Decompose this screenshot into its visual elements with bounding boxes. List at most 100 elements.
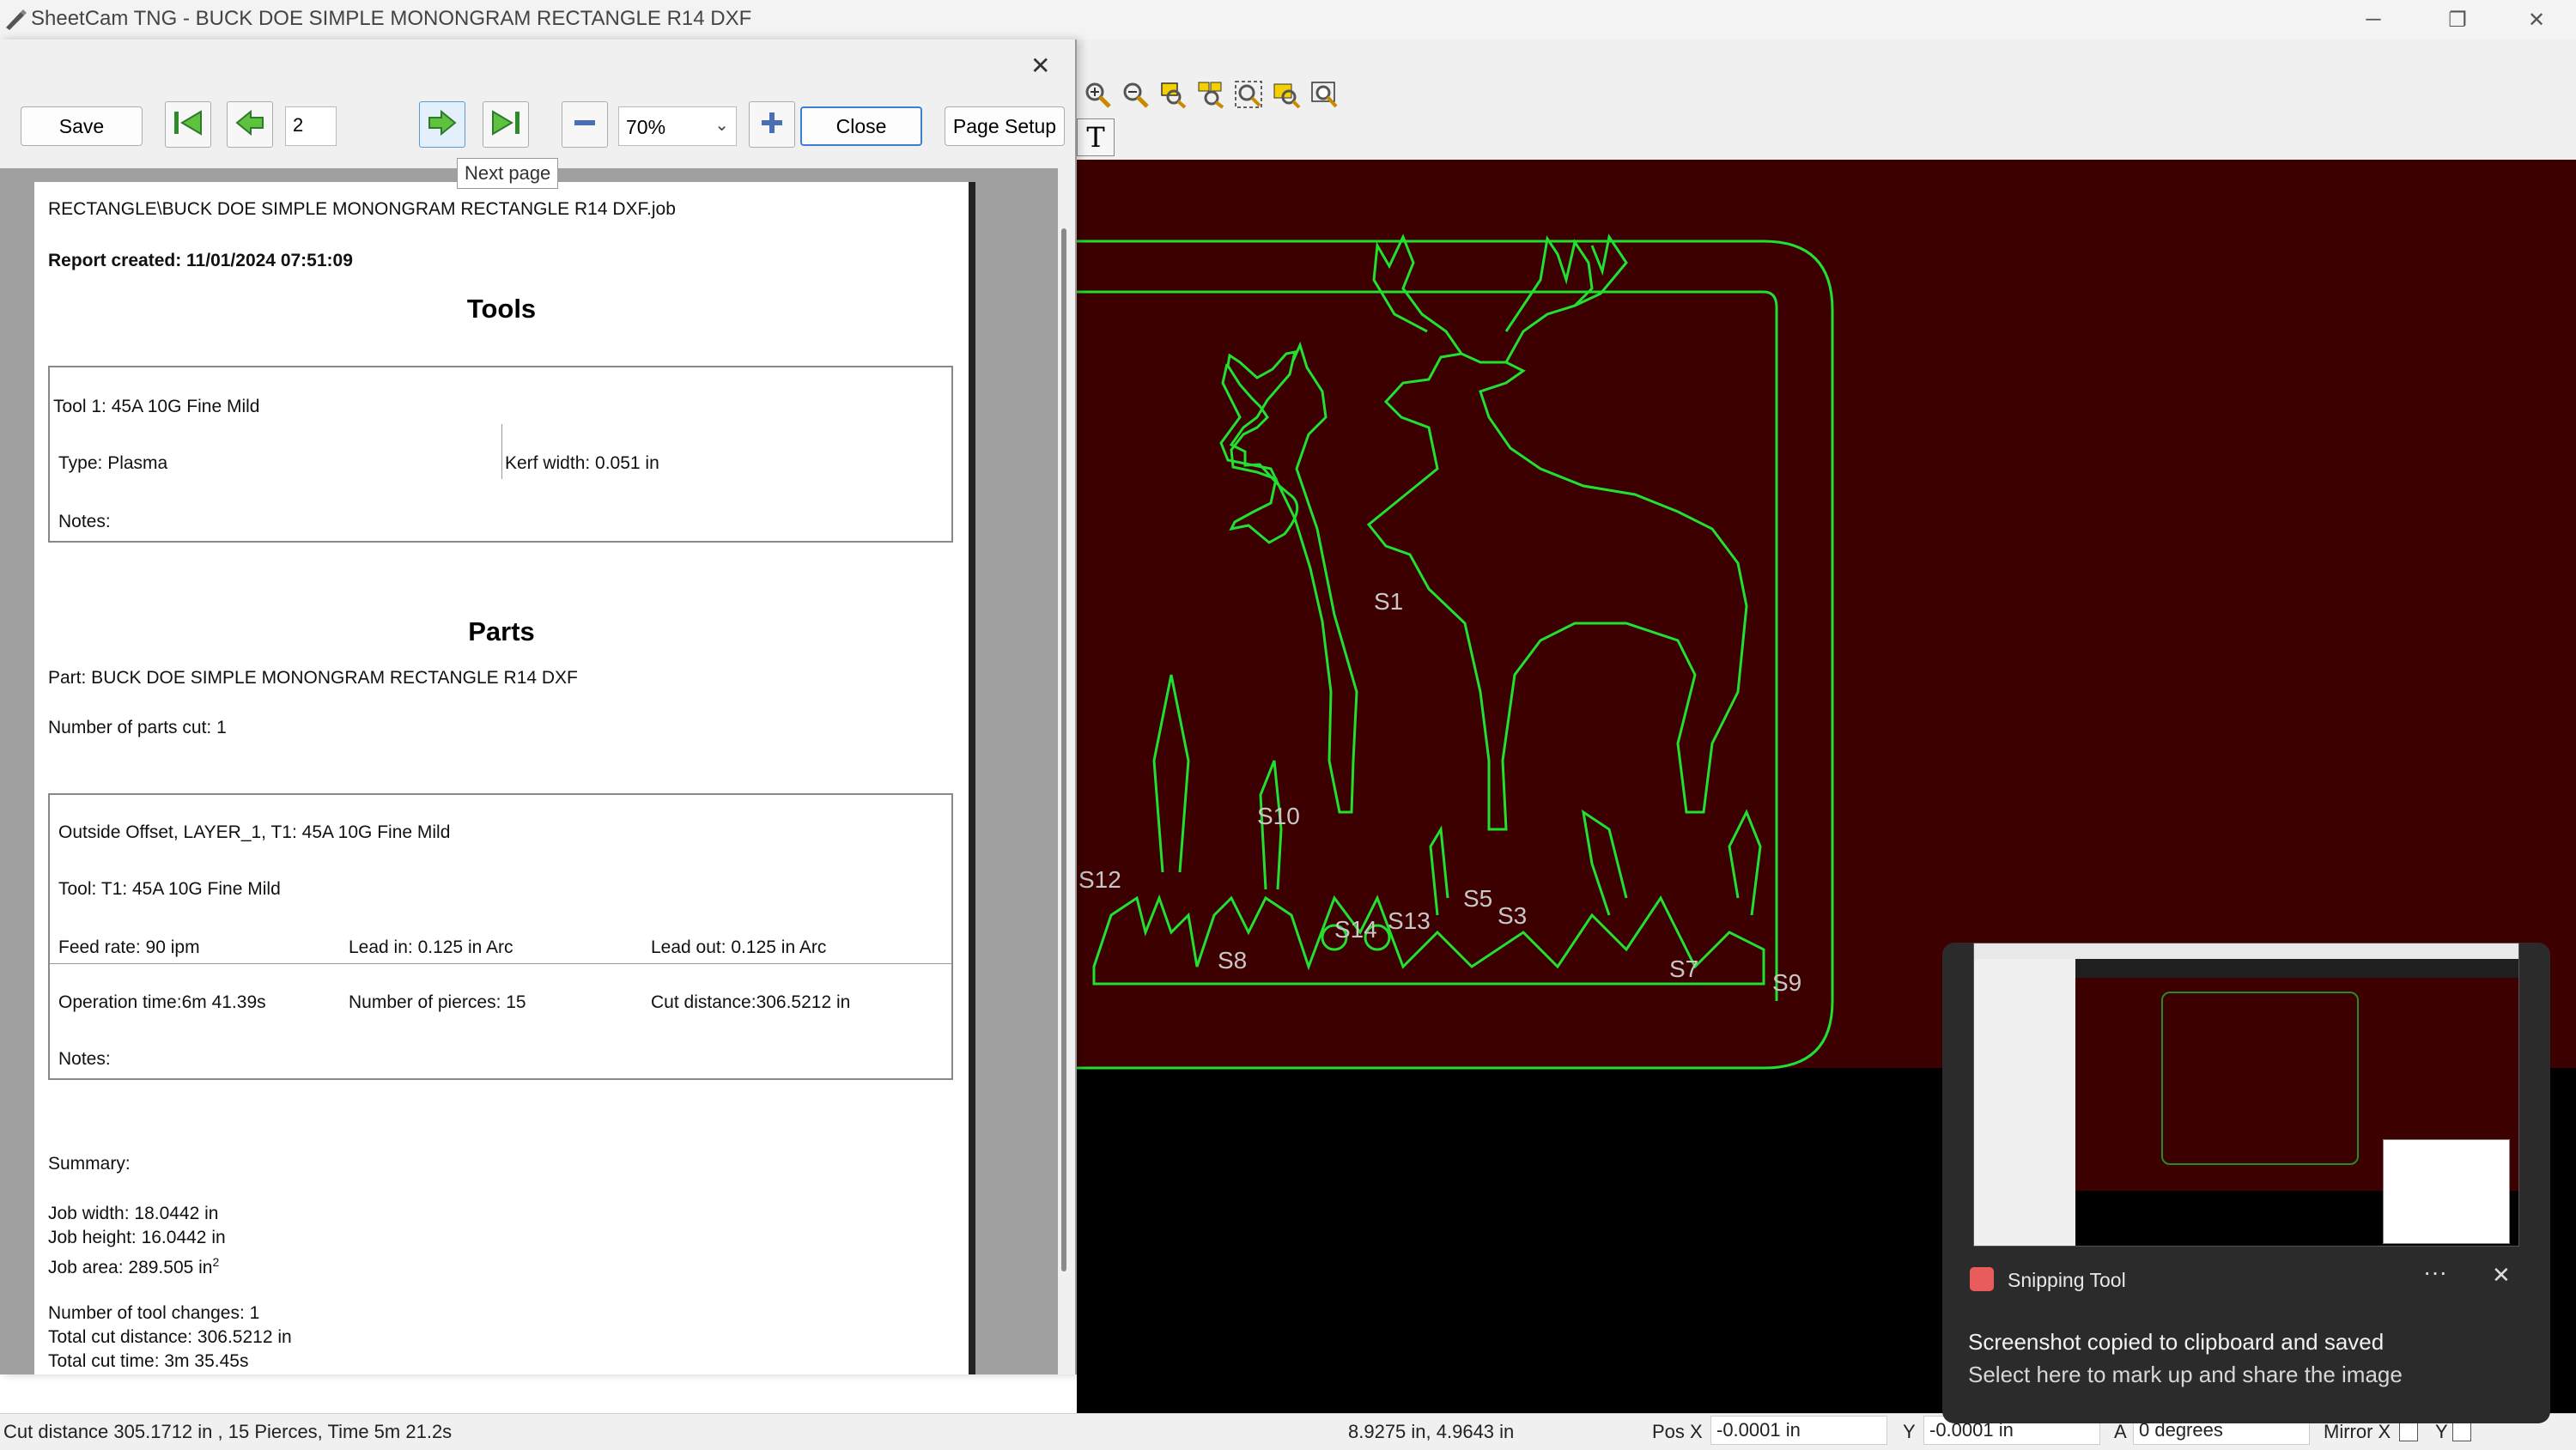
snipping-tool-icon	[1970, 1267, 1994, 1291]
mirror-x-label: Mirror X	[2324, 1421, 2391, 1442]
cursor-position: 8.9275 in, 4.9643 in	[1348, 1421, 1515, 1442]
report-created: Report created: 11/01/2024 07:51:09	[48, 251, 353, 270]
pos-y-label: Y	[1903, 1421, 1916, 1442]
job-height: Job height: 16.0442 in	[48, 1228, 226, 1247]
thumbnail-titlebar	[1974, 943, 2518, 959]
tools-heading: Tools	[466, 294, 537, 324]
operation-tool: Tool: T1: 45A 10G Fine Mild	[58, 879, 281, 899]
chevron-down-icon: ⌄	[714, 116, 729, 135]
thumbnail-inset	[2383, 1139, 2510, 1244]
last-page-button[interactable]	[483, 101, 529, 148]
arrow-left-icon	[234, 108, 266, 142]
page-number-input[interactable]: 2	[285, 106, 337, 146]
shape-label-s1: S1	[1374, 588, 1403, 615]
text-tool-icon[interactable]: T	[1077, 118, 1115, 156]
more-options-icon[interactable]: ···	[2423, 1259, 2447, 1286]
thumbnail-sidebar	[1974, 959, 2075, 1246]
previous-page-button[interactable]	[227, 101, 273, 148]
job-area-value: Job area: 289.505 in	[48, 1258, 213, 1277]
zoom-out-button[interactable]	[562, 101, 608, 148]
close-button[interactable]: Close	[800, 106, 922, 146]
operation-title: Outside Offset, LAYER_1, T1: 45A 10G Fin…	[58, 822, 451, 842]
operation-box: Outside Offset, LAYER_1, T1: 45A 10G Fin…	[48, 793, 953, 1080]
shape-label-s10: S10	[1257, 803, 1300, 829]
snipping-notification[interactable]: Snipping Tool ··· ✕ Screenshot copied to…	[1942, 943, 2550, 1423]
mirror-y-label: Y	[2435, 1421, 2448, 1442]
parts-heading: Parts	[468, 616, 535, 646]
lead-in: Lead in: 0.125 in Arc	[349, 937, 513, 957]
zoom-fit-icon[interactable]	[1231, 77, 1266, 112]
next-page-button[interactable]	[419, 101, 465, 148]
zoom-previous-icon[interactable]	[1269, 77, 1303, 112]
shape-label-s9: S9	[1772, 969, 1801, 996]
first-page-icon	[172, 108, 204, 142]
minus-icon	[572, 110, 598, 140]
window-title: SheetCam TNG - BUCK DOE SIMPLE MONONGRAM…	[31, 7, 752, 30]
mirror-y-checkbox[interactable]	[2452, 1423, 2471, 1441]
tool-box: Tool 1: 45A 10G Fine Mild Type: Plasma K…	[48, 366, 953, 543]
view-toolbar	[1080, 74, 1364, 115]
total-cut-distance: Total cut distance: 306.5212 in	[48, 1327, 292, 1347]
job-width: Job width: 18.0442 in	[48, 1204, 219, 1223]
feed-rate: Feed rate: 90 ipm	[58, 937, 200, 957]
parts-cut: Number of parts cut: 1	[48, 718, 227, 737]
next-page-tooltip: Next page	[457, 158, 559, 189]
vertical-scrollbar[interactable]	[1058, 168, 1075, 1374]
zoom-selection-icon[interactable]	[1156, 77, 1190, 112]
operation-notes: Notes:	[58, 1049, 111, 1069]
zoom-in-icon[interactable]	[1080, 77, 1115, 112]
row-divider	[50, 963, 951, 964]
restore-button[interactable]: ❐	[2420, 0, 2495, 39]
toast-submessage: Select here to mark up and share the ima…	[1968, 1362, 2403, 1387]
thumbnail-part-outline	[2161, 992, 2359, 1165]
pierce-count: Number of pierces: 15	[349, 992, 526, 1012]
page-setup-button[interactable]: Page Setup	[945, 106, 1065, 146]
zoom-select[interactable]: 70% ⌄	[618, 106, 737, 146]
column-divider	[501, 424, 502, 479]
shape-label-s3: S3	[1498, 902, 1527, 929]
zoom-all-icon[interactable]	[1307, 77, 1341, 112]
zoom-in-button[interactable]	[749, 101, 795, 148]
title-bar: SheetCam TNG - BUCK DOE SIMPLE MONONGRAM…	[0, 0, 2576, 39]
toast-app-name: Snipping Tool	[2008, 1269, 2126, 1291]
tool-notes: Notes:	[58, 512, 111, 531]
tool-name: Tool 1: 45A 10G Fine Mild	[53, 397, 260, 416]
print-preview-window: ✕ Save 2 70% ⌄ Close Page Setup RECTANGL…	[0, 39, 1077, 1374]
page-view[interactable]: RECTANGLE\BUCK DOE SIMPLE MONONGRAM RECT…	[0, 168, 1075, 1374]
tool-changes: Number of tool changes: 1	[48, 1303, 260, 1323]
mirror-x-checkbox[interactable]	[2399, 1423, 2418, 1441]
first-page-button[interactable]	[165, 101, 211, 148]
kerf-width: Kerf width: 0.051 in	[505, 453, 659, 473]
job-area-unit-power: 2	[212, 1255, 220, 1269]
cut-distance: Cut distance:306.5212 in	[651, 992, 851, 1012]
screenshot-thumbnail[interactable]	[1973, 943, 2519, 1247]
zoom-out-icon[interactable]	[1118, 77, 1152, 112]
operation-time: Operation time:6m 41.39s	[58, 992, 266, 1012]
last-page-icon	[489, 108, 522, 142]
toast-message: Screenshot copied to clipboard and saved	[1968, 1329, 2385, 1355]
scrollbar-thumb[interactable]	[1061, 228, 1066, 1271]
save-button[interactable]: Save	[21, 106, 143, 146]
app-icon	[3, 7, 27, 31]
job-path: RECTANGLE\BUCK DOE SIMPLE MONONGRAM RECT…	[48, 199, 676, 219]
pos-x-input[interactable]: -0.0001 in	[1710, 1416, 1887, 1445]
cut-summary: Cut distance 305.1712 in , 15 Pierces, T…	[3, 1421, 453, 1442]
tool-type: Type: Plasma	[58, 453, 168, 473]
window-close-button[interactable]: ✕	[2499, 0, 2574, 39]
pos-x-label: Pos X	[1652, 1421, 1703, 1442]
plus-icon	[759, 110, 785, 140]
preview-close-icon[interactable]: ✕	[1030, 52, 1050, 80]
summary-heading: Summary:	[48, 1154, 131, 1174]
total-cut-time: Total cut time: 3m 35.45s	[48, 1351, 249, 1371]
toast-close-icon[interactable]: ✕	[2492, 1262, 2511, 1289]
part-name: Part: BUCK DOE SIMPLE MONONGRAM RECTANGL…	[48, 668, 578, 688]
minimize-button[interactable]: ─	[2336, 0, 2411, 39]
shape-label-s5: S5	[1463, 885, 1492, 912]
shape-label-s14: S14	[1334, 916, 1377, 943]
shape-label-s12: S12	[1078, 866, 1121, 893]
zoom-parts-icon[interactable]	[1194, 77, 1228, 112]
angle-label: A	[2114, 1421, 2127, 1442]
zoom-value: 70%	[626, 116, 666, 138]
report-page: RECTANGLE\BUCK DOE SIMPLE MONONGRAM RECT…	[34, 182, 969, 1374]
arrow-right-icon	[426, 108, 459, 142]
